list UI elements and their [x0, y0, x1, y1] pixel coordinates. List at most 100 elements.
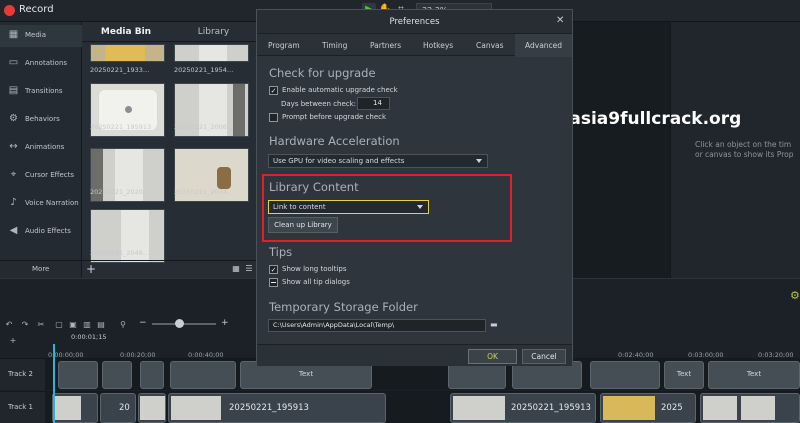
tab-media-bin[interactable]: Media Bin: [82, 22, 170, 42]
section-check-for-upgrade: Check for upgrade: [269, 66, 376, 80]
zoom-icon[interactable]: ⚲: [118, 320, 128, 330]
media-thumbnail[interactable]: [90, 44, 165, 62]
text-clip[interactable]: [102, 361, 132, 389]
playhead[interactable]: [53, 344, 55, 423]
timeline-zoom-slider[interactable]: [152, 323, 216, 325]
sidebar-item-transitions[interactable]: ▤ Transitions: [0, 81, 82, 103]
tab-hotkeys[interactable]: Hotkeys: [423, 41, 453, 50]
behavior-icon: ⚙: [9, 113, 18, 124]
microphone-icon: ♪: [10, 197, 17, 208]
gear-icon[interactable]: ⚙: [790, 289, 800, 302]
text-clip[interactable]: [170, 361, 236, 389]
text-clip[interactable]: Text: [664, 361, 704, 389]
media-bin-panel: Media Bin Library 20250221_1933… 2025022…: [82, 22, 257, 278]
sidebar-item-animations[interactable]: ↔ Animations: [0, 137, 82, 159]
annotation-icon: ▭: [8, 57, 19, 68]
close-icon[interactable]: ✕: [556, 15, 564, 26]
sidebar-item-label: Animations: [25, 143, 65, 151]
video-clip[interactable]: 20: [100, 393, 136, 423]
section-hardware-acceleration: Hardware Acceleration: [269, 134, 400, 148]
chevron-down-icon: [476, 159, 482, 163]
cursor-icon: ⌖: [10, 169, 17, 180]
dialog-title: Preferences: [389, 17, 440, 27]
film-icon: ▦: [8, 29, 19, 40]
sidebar-item-annotations[interactable]: ▭ Annotations: [0, 53, 82, 75]
highlight-annotation-box: [262, 174, 512, 242]
stitch-icon[interactable]: ▤: [96, 320, 106, 330]
tools-panel: ▦ Media ▭ Annotations ▤ Transitions ⚙ Be…: [0, 22, 82, 278]
track-header[interactable]: Track 1: [0, 391, 45, 423]
sidebar-item-media[interactable]: ▦ Media: [0, 25, 82, 47]
text-clip[interactable]: [590, 361, 660, 389]
thumbnail-label: 20250221_2006…: [174, 123, 234, 131]
text-clip[interactable]: [58, 361, 98, 389]
video-clip[interactable]: [138, 393, 166, 423]
video-clip[interactable]: 20250221_195913: [168, 393, 386, 423]
video-clip[interactable]: [52, 393, 98, 423]
sidebar-item-label: Cursor Effects: [25, 171, 75, 179]
sidebar-item-cursor-effects[interactable]: ⌖ Cursor Effects: [0, 165, 82, 187]
section-temporary-storage: Temporary Storage Folder: [269, 300, 418, 314]
zoom-in-icon[interactable]: +: [221, 318, 229, 328]
thumbnail-label: 20250221_2034…: [174, 188, 234, 196]
tab-partners[interactable]: Partners: [370, 41, 401, 50]
gpu-acceleration-select[interactable]: Use GPU for video scaling and effects: [268, 154, 488, 168]
temp-folder-input[interactable]: C:\Users\Admin\AppData\Local\Temp\: [268, 319, 486, 332]
sidebar-item-audio-effects[interactable]: ◀ Audio Effects: [0, 221, 82, 243]
redo-icon[interactable]: ↷: [20, 320, 30, 330]
tab-advanced[interactable]: Advanced: [525, 41, 562, 50]
add-track-icon[interactable]: +: [8, 336, 18, 346]
more-label: More: [32, 265, 50, 273]
track-header[interactable]: Track 2: [0, 358, 45, 390]
more-button[interactable]: More: [0, 260, 82, 278]
animation-icon: ↔: [9, 141, 18, 152]
video-clip[interactable]: 20250221_195913: [450, 393, 596, 423]
track-label: Track 2: [8, 370, 33, 378]
paste-icon[interactable]: ▣: [68, 320, 78, 330]
prompt-before-upgrade-checkbox[interactable]: [269, 113, 278, 122]
track-label: Track 1: [8, 403, 33, 411]
sidebar-item-label: Annotations: [25, 59, 68, 67]
enable-upgrade-checkbox[interactable]: ✓: [269, 86, 278, 95]
show-long-tooltips-checkbox[interactable]: ✓: [269, 265, 278, 274]
speaker-icon: ◀: [9, 225, 18, 236]
copy-icon[interactable]: ▢: [54, 320, 64, 330]
thumbnail-label: 20250221_2020…: [90, 188, 150, 196]
dialog-title-bar[interactable]: Preferences ✕: [257, 10, 572, 34]
section-tips: Tips: [269, 245, 293, 259]
undo-icon[interactable]: ↶: [4, 320, 14, 330]
tab-timing[interactable]: Timing: [322, 41, 347, 50]
days-between-check-input[interactable]: 14: [357, 97, 390, 110]
show-all-tip-dialogs-checkbox[interactable]: [269, 278, 278, 287]
record-button[interactable]: Record: [19, 4, 54, 15]
properties-panel: Click an object on the tim or canvas to …: [670, 22, 800, 278]
grid-view-icon[interactable]: ▦: [231, 264, 241, 274]
ok-button[interactable]: OK: [468, 349, 517, 364]
text-clip[interactable]: Text: [708, 361, 800, 389]
sidebar-item-label: Audio Effects: [25, 227, 71, 235]
properties-hint: Click an object on the tim or canvas to …: [695, 140, 794, 159]
text-clip[interactable]: [140, 361, 164, 389]
cut-icon[interactable]: ✂: [36, 320, 46, 330]
sidebar-item-label: Behaviors: [25, 115, 60, 123]
thumbnail-label: 20250221_2046…: [90, 249, 150, 257]
tab-canvas[interactable]: Canvas: [476, 41, 504, 50]
sidebar-item-voice-narration[interactable]: ♪ Voice Narration: [0, 193, 82, 215]
cancel-button[interactable]: Cancel: [522, 349, 566, 364]
add-media-button[interactable]: +: [84, 262, 98, 276]
media-thumbnail[interactable]: [174, 44, 249, 62]
thumbnail-label: 20250221_195913: [90, 123, 152, 131]
record-icon[interactable]: [4, 5, 15, 16]
transition-icon: ▤: [8, 85, 19, 96]
tab-program[interactable]: Program: [268, 41, 300, 50]
timeline-zoom-handle[interactable]: [175, 319, 184, 328]
folder-icon[interactable]: ▬: [490, 320, 502, 330]
sidebar-item-behaviors[interactable]: ⚙ Behaviors: [0, 109, 82, 131]
tab-library[interactable]: Library: [170, 22, 257, 42]
video-clip[interactable]: [700, 393, 800, 423]
list-view-icon[interactable]: ☰: [244, 264, 254, 274]
video-clip[interactable]: 2025: [600, 393, 696, 423]
split-icon[interactable]: ▥: [82, 320, 92, 330]
bin-footer: + ▦ ☰: [82, 260, 257, 278]
zoom-out-icon[interactable]: −: [139, 318, 147, 328]
